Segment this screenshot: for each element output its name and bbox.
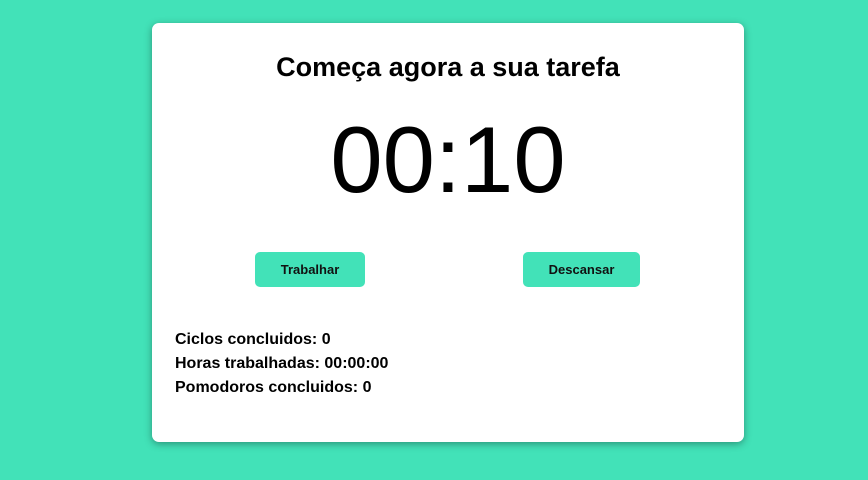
- stat-cycles-label: Ciclos concluidos:: [175, 331, 318, 348]
- stat-hours-label: Horas trabalhadas:: [175, 355, 320, 372]
- stat-hours-value: 00:00:00: [324, 355, 389, 372]
- stat-cycles-value: 0: [321, 331, 331, 348]
- stat-cycles: Ciclos concluidos: 0: [175, 328, 388, 352]
- stat-pomodoros: Pomodoros concluidos: 0: [175, 376, 388, 400]
- page-title: Começa agora a sua tarefa: [276, 52, 620, 82]
- rest-button[interactable]: Descansar: [523, 252, 640, 287]
- stat-pomodoros-value: 0: [362, 379, 372, 396]
- work-button[interactable]: Trabalhar: [255, 252, 365, 287]
- stat-hours: Horas trabalhadas: 00:00:00: [175, 352, 388, 376]
- pomodoro-card: Começa agora a sua tarefa 00:10 Trabalha…: [152, 23, 744, 442]
- timer-display: 00:10: [330, 107, 566, 212]
- stat-pomodoros-label: Pomodoros concluidos:: [175, 379, 359, 396]
- stats-panel: Ciclos concluidos: 0 Horas trabalhadas: …: [175, 328, 388, 400]
